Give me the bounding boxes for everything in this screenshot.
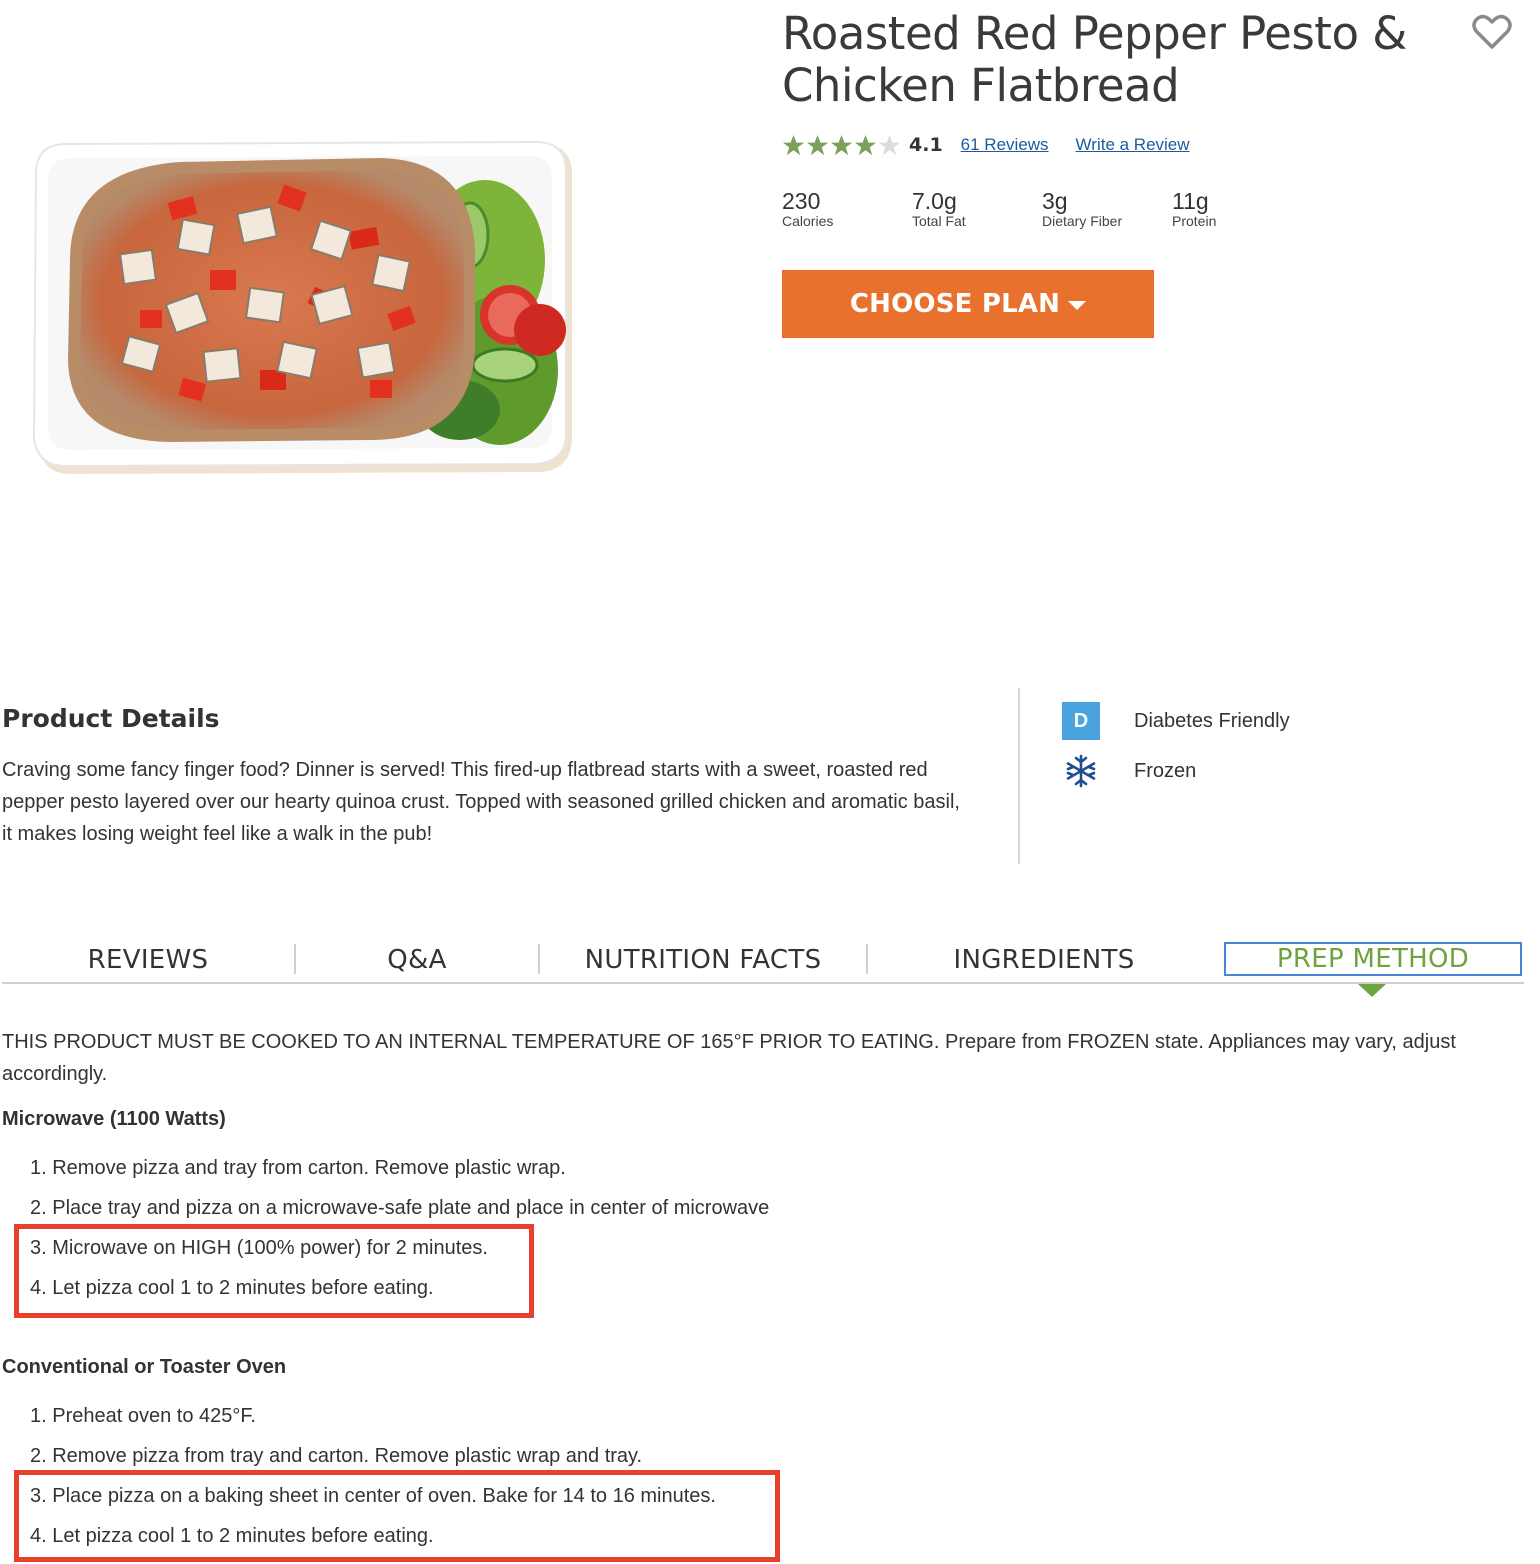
oven-step: 1. Preheat oven to 425°F. <box>30 1405 256 1427</box>
active-tab-indicator <box>1358 984 1386 997</box>
diabetes-badge-icon: D <box>1062 702 1100 740</box>
nutrient-calories: 230 Calories <box>782 188 912 228</box>
nutrient-value: 11g <box>1172 188 1209 214</box>
details-divider <box>1018 688 1020 864</box>
star-rating <box>782 134 901 157</box>
favorite-heart-icon[interactable] <box>1472 14 1512 50</box>
microwave-title: Microwave (1100 Watts) <box>2 1108 226 1130</box>
oven-step: 2. Remove pizza from tray and carton. Re… <box>30 1445 643 1467</box>
attribute-label: Frozen <box>1134 759 1197 782</box>
tab-reviews[interactable]: REVIEWS <box>2 940 294 980</box>
nutrient-label: Calories <box>782 213 834 229</box>
nutrient-summary: 230 Calories 7.0g Total Fat 3g Dietary F… <box>782 188 1302 228</box>
rating-row: 4.1 61 Reviews Write a Review <box>782 132 1217 158</box>
nutrient-protein: 11g Protein <box>1172 188 1302 228</box>
choose-plan-button[interactable]: CHOOSE PLAN <box>782 270 1154 338</box>
star-icon <box>854 134 877 155</box>
nutrient-value: 3g <box>1042 188 1068 214</box>
oven-title: Conventional or Toaster Oven <box>2 1356 287 1378</box>
rating-value: 4.1 <box>909 134 943 156</box>
highlight-box <box>14 1224 534 1318</box>
microwave-step: 2. Place tray and pizza on a microwave-s… <box>30 1197 770 1219</box>
product-description: Craving some fancy finger food? Dinner i… <box>2 759 960 845</box>
nutrient-label: Total Fat <box>912 213 966 229</box>
star-icon <box>830 134 853 155</box>
write-review-link[interactable]: Write a Review <box>1076 135 1190 155</box>
nutrient-value: 230 <box>782 188 821 214</box>
prep-intro: THIS PRODUCT MUST BE COOKED TO AN INTERN… <box>2 1031 1456 1085</box>
attribute-diabetes-friendly: D Diabetes Friendly <box>1062 702 1290 740</box>
microwave-step: 1. Remove pizza and tray from carton. Re… <box>30 1157 566 1179</box>
tab-qa[interactable]: Q&A <box>296 940 538 980</box>
tab-ingredients[interactable]: INGREDIENTS <box>868 940 1220 980</box>
reviews-link[interactable]: 61 Reviews <box>961 135 1049 155</box>
product-image <box>32 140 572 474</box>
star-icon <box>782 134 805 155</box>
attribute-label: Diabetes Friendly <box>1134 709 1290 732</box>
attribute-frozen: Frozen <box>1062 752 1196 790</box>
nutrient-dietary-fiber: 3g Dietary Fiber <box>1042 188 1172 228</box>
tab-nutrition-facts[interactable]: NUTRITION FACTS <box>540 940 866 980</box>
highlight-box <box>14 1470 780 1562</box>
product-title: Roasted Red Pepper Pesto & Chicken Flatb… <box>782 7 1407 112</box>
nutrient-label: Dietary Fiber <box>1042 213 1123 229</box>
nutrient-total-fat: 7.0g Total Fat <box>912 188 1042 228</box>
product-details-heading: Product Details <box>2 704 220 733</box>
tab-prep-method[interactable]: PREP METHOD <box>1224 942 1522 976</box>
snowflake-icon <box>1062 752 1100 790</box>
product-tabs: REVIEWS Q&A NUTRITION FACTS INGREDIENTS … <box>2 940 1524 984</box>
choose-plan-label: CHOOSE PLAN <box>849 289 1061 319</box>
chevron-down-icon <box>1068 301 1087 310</box>
star-empty-icon <box>878 134 901 155</box>
nutrient-label: Protein <box>1172 213 1217 229</box>
star-icon <box>806 134 829 155</box>
nutrient-value: 7.0g <box>912 188 957 214</box>
